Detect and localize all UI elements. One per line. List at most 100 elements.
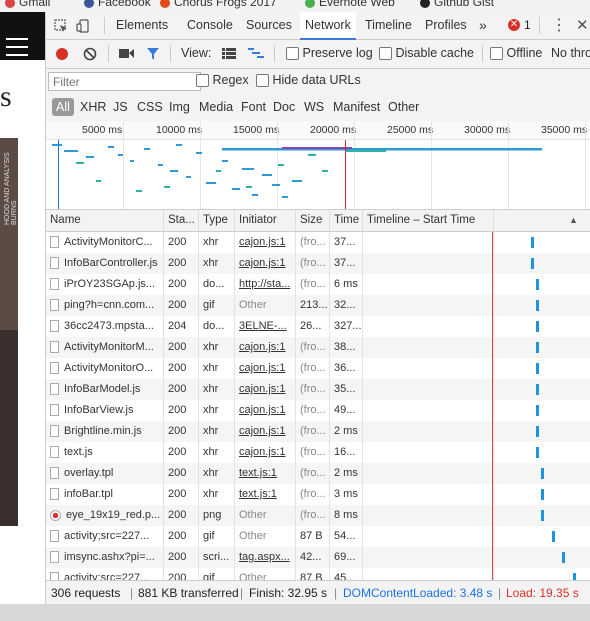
column-header-name[interactable]: Name <box>46 210 164 231</box>
bookmark-gmail[interactable]: Gmail <box>5 0 50 9</box>
offline-checkbox[interactable] <box>490 47 503 61</box>
cell-size: (fro... <box>296 463 330 484</box>
type-filter-all[interactable]: All <box>52 98 74 116</box>
type-filter-doc[interactable]: Doc <box>273 98 295 116</box>
cell-initiator[interactable]: cajon.js:1 <box>235 442 296 463</box>
large-rows-icon[interactable] <box>222 48 236 59</box>
cell-type: xhr <box>199 358 235 379</box>
customize-menu-icon[interactable]: ⋮ <box>551 15 567 35</box>
device-toolbar-icon[interactable] <box>76 19 90 33</box>
cell-initiator[interactable]: cajon.js:1 <box>235 400 296 421</box>
type-filter-xhr[interactable]: XHR <box>80 98 106 116</box>
cell-text: activity;src=227... <box>64 530 150 542</box>
filter-input[interactable] <box>48 72 201 91</box>
network-overview[interactable]: 5000 ms 10000 ms 15000 ms 20000 ms 25000… <box>46 121 590 210</box>
column-header-timeline[interactable]: Timeline – Start Time ▲ <box>363 210 590 231</box>
cell-initiator[interactable]: text.js:1 <box>235 484 296 505</box>
bookmark-chorus-frogs[interactable]: Chorus Frogs 2017 <box>160 0 277 9</box>
hide-data-urls-checkbox[interactable] <box>256 74 269 88</box>
table-row[interactable]: overlay.tpl 200 xhr text.js:1 (fro... 2 ms <box>46 463 590 484</box>
type-filter-media[interactable]: Media <box>199 98 233 116</box>
hamburger-menu-icon[interactable] <box>6 38 28 62</box>
column-header-size[interactable]: Size <box>296 210 330 231</box>
column-header-type[interactable]: Type <box>199 210 235 231</box>
disable-cache-checkbox[interactable] <box>379 47 392 61</box>
waterfall-bar <box>536 300 540 311</box>
offline-option[interactable]: Offline <box>490 46 542 61</box>
cell-initiator[interactable]: text.js:1 <box>235 463 296 484</box>
bookmark-github-gist[interactable]: Github Gist <box>420 0 494 9</box>
type-filter-css[interactable]: CSS <box>137 98 163 116</box>
summary-divider: | <box>498 586 502 600</box>
cell-text: do... <box>203 320 225 332</box>
filter-icon[interactable] <box>146 47 160 61</box>
bookmark-evernote[interactable]: Evernote Web <box>305 0 395 9</box>
bookmark-facebook[interactable]: Facebook <box>84 0 151 9</box>
disable-cache-option[interactable]: Disable cache <box>379 46 474 61</box>
table-row[interactable]: text.js 200 xhr cajon.js:1 (fro... 16... <box>46 442 590 463</box>
toolbar-divider <box>539 17 540 34</box>
table-row[interactable]: ActivityMonitorM... 200 xhr cajon.js:1 (fro.… <box>46 337 590 358</box>
inspect-element-icon[interactable] <box>54 19 68 33</box>
tab-elements[interactable]: Elements <box>116 12 168 39</box>
cell-initiator[interactable]: cajon.js:1 <box>235 358 296 379</box>
overview-icon[interactable] <box>248 48 264 59</box>
table-row[interactable]: ping?h=cnn.com... 200 gif Other 213... 32... <box>46 295 590 316</box>
cell-initiator[interactable]: cajon.js:1 <box>235 379 296 400</box>
tab-sources[interactable]: Sources <box>246 12 292 39</box>
cell-initiator[interactable]: cajon.js:1 <box>235 232 296 253</box>
more-tabs-icon[interactable]: » <box>479 12 487 39</box>
table-row[interactable]: 36cc2473.mpsta... 204 do... 3ELNE-... 26... 3… <box>46 316 590 337</box>
table-row[interactable]: InfoBarView.js 200 xhr cajon.js:1 (fro... 49.… <box>46 400 590 421</box>
table-row[interactable]: infoBar.tpl 200 xhr text.js:1 (fro... 3 ms <box>46 484 590 505</box>
document-file-icon <box>50 572 59 580</box>
cell-size: (fro... <box>296 358 330 379</box>
overview-tick: 30000 ms <box>464 124 511 136</box>
table-row[interactable]: ActivityMonitorO... 200 xhr cajon.js:1 (fro.… <box>46 358 590 379</box>
type-filter-other[interactable]: Other <box>388 98 419 116</box>
close-devtools-icon[interactable]: ✕ <box>576 16 589 34</box>
type-filter-ws[interactable]: WS <box>304 98 324 116</box>
clear-icon[interactable] <box>83 47 97 61</box>
table-row[interactable]: activity;src=227... 200 gif Other 87 B 54... <box>46 526 590 547</box>
type-filter-manifest[interactable]: Manifest <box>333 98 380 116</box>
error-icon[interactable]: ✕ <box>508 19 520 31</box>
cell-text: scri... <box>203 551 230 563</box>
cell-initiator[interactable]: 3ELNE-... <box>235 316 296 337</box>
column-header-initiator[interactable]: Initiator <box>235 210 296 231</box>
table-row[interactable]: activity;src=227... 200 gif Other 87 B 45... <box>46 568 590 580</box>
preserve-log-option[interactable]: Preserve log <box>286 46 373 61</box>
tab-network[interactable]: Network <box>300 12 356 40</box>
table-row[interactable]: iPrOY23SGAp.js... 200 do... http://sta... (f… <box>46 274 590 295</box>
type-filter-font[interactable]: Font <box>241 98 266 116</box>
regex-option[interactable]: Regex <box>196 73 249 88</box>
cell-initiator[interactable]: http://sta... <box>235 274 296 295</box>
cell-initiator[interactable]: cajon.js:1 <box>235 337 296 358</box>
cell-text: 42... <box>300 551 322 563</box>
cell-initiator[interactable]: tag.aspx... <box>235 547 296 568</box>
tab-profiles[interactable]: Profiles <box>425 12 467 39</box>
document-file-icon <box>50 278 59 291</box>
table-row[interactable]: ActivityMonitorC... 200 xhr cajon.js:1 (fro.… <box>46 232 590 253</box>
table-row[interactable]: InfoBarModel.js 200 xhr cajon.js:1 (fro... 35… <box>46 379 590 400</box>
table-row[interactable]: Brightline.min.js 200 xhr cajon.js:1 (fro...… <box>46 421 590 442</box>
document-file-icon <box>50 425 59 438</box>
hide-data-urls-option[interactable]: Hide data URLs <box>256 73 361 88</box>
cell-type: xhr <box>199 232 235 253</box>
regex-checkbox[interactable] <box>196 74 209 88</box>
type-filter-js[interactable]: JS <box>113 98 128 116</box>
table-row[interactable]: InfoBarController.js 200 xhr cajon.js:1 (fro… <box>46 253 590 274</box>
throttling-select[interactable]: No throt <box>551 46 590 60</box>
column-header-time[interactable]: Time <box>330 210 363 231</box>
cell-initiator[interactable]: cajon.js:1 <box>235 421 296 442</box>
table-row[interactable]: eye_19x19_red.p... 200 png Other (fro... 8 ms <box>46 505 590 526</box>
cell-initiator[interactable]: cajon.js:1 <box>235 253 296 274</box>
tab-timeline[interactable]: Timeline <box>365 12 412 39</box>
record-button[interactable] <box>56 48 68 60</box>
capture-screenshots-icon[interactable] <box>119 48 134 59</box>
table-row[interactable]: imsync.ashx?pi=... 200 scri... tag.aspx... 4… <box>46 547 590 568</box>
preserve-log-checkbox[interactable] <box>286 47 299 61</box>
type-filter-img[interactable]: Img <box>169 98 190 116</box>
column-header-status[interactable]: Sta... <box>164 210 199 231</box>
tab-console[interactable]: Console <box>187 12 233 39</box>
